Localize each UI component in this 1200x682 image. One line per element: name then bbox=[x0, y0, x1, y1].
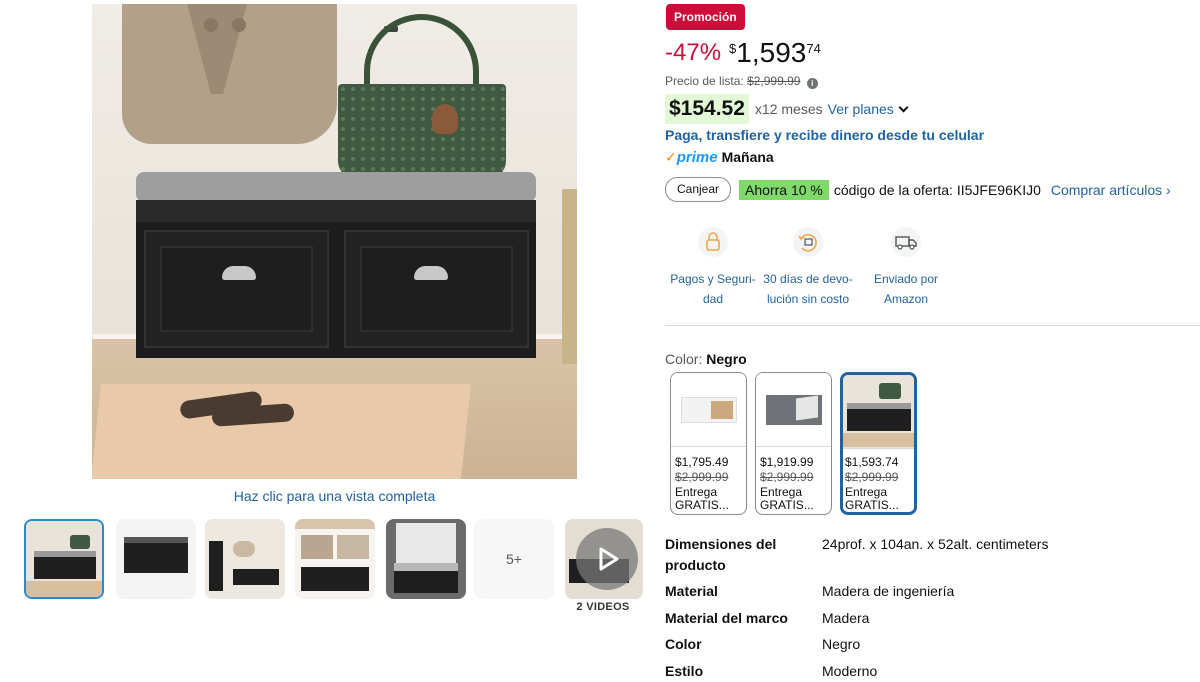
prime-delivery: ✓ prime Mañana bbox=[665, 147, 774, 167]
chevron-down-icon[interactable] bbox=[898, 102, 909, 113]
feature-label-line: Pagos y Seguri- bbox=[670, 272, 756, 286]
list-price: Precio de lista: $2,999.99 i bbox=[665, 74, 818, 89]
lock-payment-icon bbox=[698, 227, 728, 257]
redeem-button[interactable]: Canjear bbox=[665, 177, 732, 202]
feature-label-line: dad bbox=[702, 292, 724, 306]
feature-label-line: Enviado por bbox=[873, 272, 939, 286]
thumbnail[interactable] bbox=[116, 519, 196, 599]
color-option-white[interactable]: $1,795.49 $2,999.99 Entrega GRATIS... bbox=[670, 372, 747, 515]
price-block: -47% $ 1,593 74 bbox=[665, 38, 821, 70]
spec-key: Dimensiones del producto bbox=[665, 536, 777, 573]
trust-features: Pagos y Seguri- dad 30 días de devo- luc… bbox=[665, 226, 955, 316]
image-bench-top bbox=[136, 200, 536, 222]
image-coat-button bbox=[232, 18, 246, 32]
spec-key: Estilo bbox=[665, 663, 704, 679]
spec-key: Color bbox=[665, 636, 702, 652]
swatch-list-price: $2,999.99 bbox=[760, 470, 814, 484]
feature-free-returns[interactable]: 30 días de devo- lución sin costo bbox=[760, 226, 856, 309]
promotion-badge: Promoción bbox=[666, 4, 745, 30]
image-rug bbox=[92, 384, 471, 479]
color-option-black[interactable]: $1,593.74 $2,999.99 Entrega GRATIS... bbox=[840, 372, 917, 515]
feature-label-line: 30 días de devo- bbox=[763, 272, 853, 286]
swatch-price: $1,919.99 bbox=[760, 455, 814, 469]
installments-row: $154.52 x12 meses Ver planes bbox=[665, 94, 909, 124]
list-price-value: $2,999.99 bbox=[747, 74, 801, 88]
image-drawer-pull bbox=[222, 266, 256, 280]
videos-count-label: 2 VIDEOS bbox=[576, 601, 630, 613]
play-video-icon[interactable] bbox=[576, 528, 638, 590]
image-coat-button bbox=[204, 18, 218, 32]
prime-check-icon: ✓ bbox=[665, 148, 677, 165]
info-icon[interactable]: i bbox=[806, 78, 818, 89]
thumbnail[interactable] bbox=[386, 519, 466, 599]
spec-value: 24prof. x 104an. x 52alt. centimeters bbox=[822, 536, 1049, 552]
prime-logo: prime bbox=[676, 148, 718, 166]
image-drawer-pull bbox=[414, 266, 448, 280]
thumbnail[interactable] bbox=[295, 519, 375, 599]
installment-amount: $154.52 bbox=[665, 94, 749, 124]
image-drawer-right bbox=[344, 230, 529, 348]
spec-key: Material del marco bbox=[665, 610, 788, 626]
feature-label-line: lución sin costo bbox=[766, 292, 850, 306]
section-divider bbox=[665, 325, 1200, 326]
price-currency-symbol: $ bbox=[729, 41, 737, 56]
image-bench-cushion bbox=[136, 172, 536, 202]
swatch-shipping: Entrega GRATIS... bbox=[675, 485, 729, 512]
swatch-list-price: $2,999.99 bbox=[675, 470, 729, 484]
swatch-price: $1,795.49 bbox=[675, 455, 729, 469]
shop-items-link[interactable]: Comprar artículos › bbox=[1051, 182, 1171, 198]
image-picture-frame bbox=[562, 189, 577, 364]
feature-shipped-by-amazon[interactable]: Enviado por Amazon bbox=[858, 226, 954, 309]
spec-value: Madera de ingeniería bbox=[822, 583, 955, 599]
price-fraction: 74 bbox=[806, 41, 821, 56]
color-selector-label: Color: Negro bbox=[665, 351, 747, 367]
thumbnail[interactable] bbox=[24, 519, 104, 599]
view-plans-link[interactable]: Ver planes bbox=[828, 101, 894, 117]
swatch-list-price: $2,999.99 bbox=[845, 470, 899, 484]
delivery-truck-icon bbox=[891, 227, 921, 257]
main-product-image[interactable] bbox=[92, 4, 577, 479]
swatch-shipping: Entrega GRATIS... bbox=[760, 485, 814, 512]
return-box-icon bbox=[793, 227, 823, 257]
color-option-gray[interactable]: $1,919.99 $2,999.99 Entrega GRATIS... bbox=[755, 372, 832, 515]
price-whole: 1,593 bbox=[736, 37, 807, 68]
thumbnail[interactable] bbox=[205, 519, 285, 599]
spec-value: Negro bbox=[822, 636, 861, 652]
image-drawer-left bbox=[144, 230, 329, 348]
discount-percent: -47% bbox=[665, 39, 722, 66]
color-label: Color: bbox=[665, 351, 703, 367]
delivery-date: Mañana bbox=[721, 149, 774, 165]
image-bag bbox=[338, 84, 506, 179]
feature-label-line: Amazon bbox=[883, 292, 929, 306]
installment-term: x12 meses bbox=[754, 101, 823, 117]
selected-color: Negro bbox=[706, 351, 747, 367]
swatch-price: $1,593.74 bbox=[845, 455, 899, 469]
spec-key: Material bbox=[665, 583, 718, 599]
offer-code: código de la oferta: II5JFE96KIJ0 bbox=[833, 181, 1041, 198]
payment-promo-link[interactable]: Paga, transfiere y recibe dinero desde t… bbox=[665, 127, 984, 143]
full-view-link[interactable]: Haz clic para una vista completa bbox=[92, 488, 577, 504]
list-price-label: Precio de lista: bbox=[665, 74, 744, 88]
spec-value: Moderno bbox=[822, 663, 878, 679]
swatch-shipping: Entrega GRATIS... bbox=[845, 485, 899, 512]
image-bag-charm bbox=[432, 104, 458, 134]
coupon-row: Canjear Ahorra 10 % código de la oferta:… bbox=[665, 177, 1171, 202]
feature-secure-payment[interactable]: Pagos y Seguri- dad bbox=[665, 226, 761, 309]
savings-badge: Ahorra 10 % bbox=[739, 179, 829, 200]
more-images-thumbnail[interactable]: 5+ bbox=[474, 519, 554, 599]
spec-value: Madera bbox=[822, 610, 870, 626]
